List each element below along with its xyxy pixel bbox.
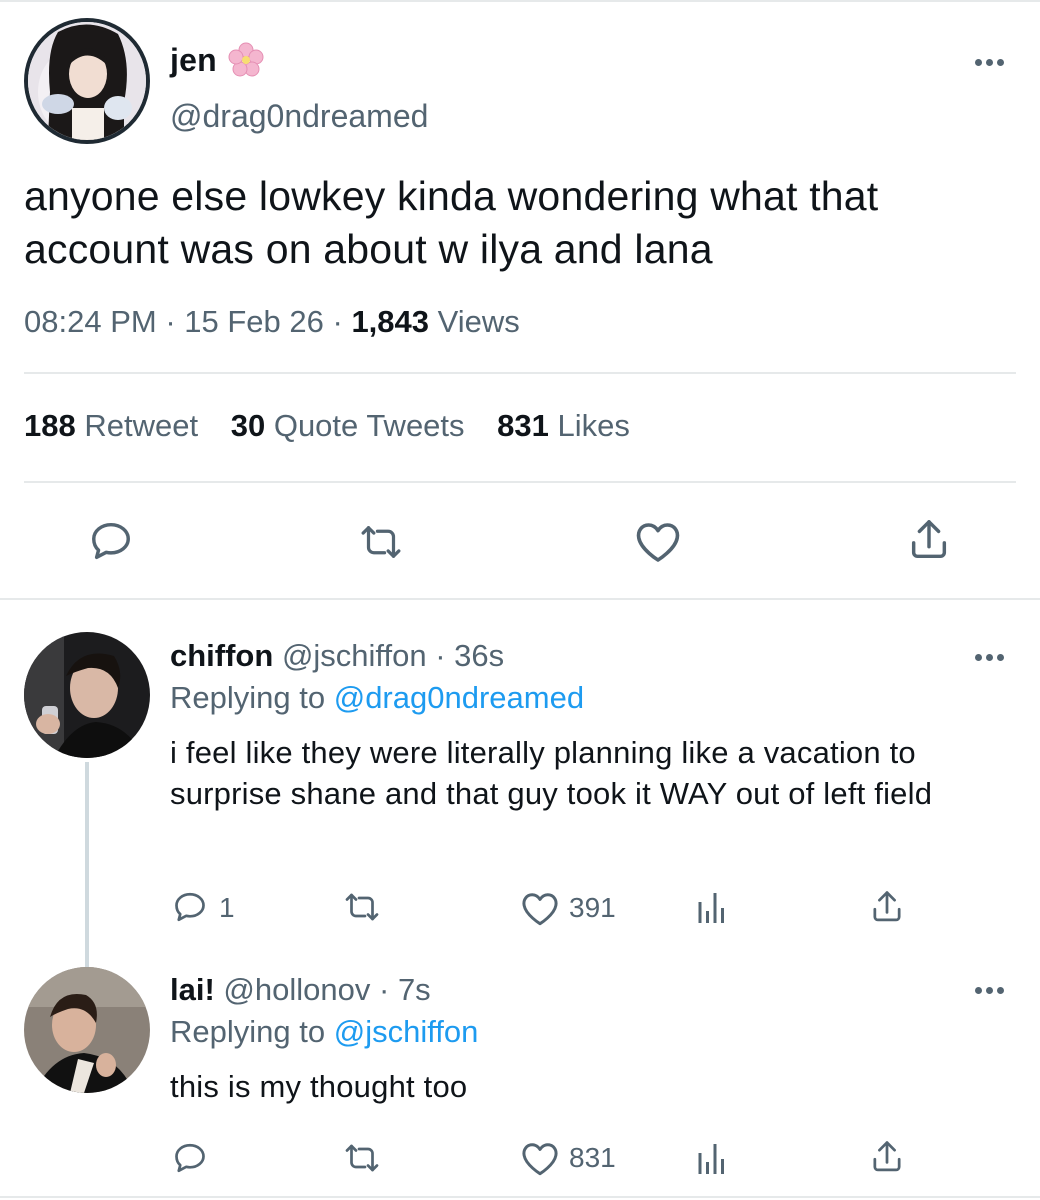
retweets-stat[interactable]: 188 Retweet	[24, 408, 198, 443]
author-name[interactable]: jen	[170, 42, 217, 79]
analytics-icon[interactable]	[694, 1141, 730, 1177]
top-divider	[0, 0, 1040, 2]
more-options-icon[interactable]	[973, 980, 1013, 1000]
reply-header: lai! @hollonov · 7s	[170, 972, 431, 1007]
reply-author-name[interactable]: chiffon	[170, 638, 273, 673]
reply-icon[interactable]	[88, 518, 134, 564]
tweet-date[interactable]: 15 Feb 26	[184, 304, 324, 339]
like-icon[interactable]	[520, 1139, 560, 1177]
reply-age[interactable]: 7s	[398, 972, 431, 1007]
reply-avatar[interactable]	[24, 967, 150, 1093]
more-options-icon[interactable]	[973, 647, 1013, 667]
reply-text: this is my thought too	[170, 1069, 468, 1104]
reply-author-handle[interactable]: @jschiffon	[282, 638, 427, 673]
replying-to: Replying to @jschiffon	[170, 1014, 479, 1049]
like-count: 391	[569, 892, 616, 923]
views-label: Views	[437, 304, 520, 339]
like-icon[interactable]	[520, 889, 560, 927]
share-icon[interactable]	[868, 888, 906, 926]
replying-to-link[interactable]: @jschiffon	[334, 1014, 479, 1049]
cherry-blossom-emoji-icon	[228, 42, 264, 78]
divider	[0, 598, 1040, 600]
tweet-text: anyone else lowkey kinda wondering what …	[24, 173, 879, 272]
analytics-icon[interactable]	[694, 890, 730, 926]
replying-to-link[interactable]: @drag0ndreamed	[334, 680, 584, 715]
share-icon[interactable]	[906, 516, 952, 564]
reply-header: chiffon @jschiffon · 36s	[170, 638, 505, 673]
reply-count: 1	[219, 892, 235, 923]
reply-author-handle[interactable]: @hollonov	[223, 972, 370, 1007]
quote-tweets-stat[interactable]: 30 Quote Tweets	[231, 408, 465, 443]
reply-age[interactable]: 36s	[454, 638, 504, 673]
reply-icon[interactable]	[172, 1140, 208, 1176]
engagement-stats: 188 Retweet 30 Quote Tweets 831 Likes	[24, 408, 654, 444]
likes-stat[interactable]: 831 Likes	[497, 408, 630, 443]
retweet-icon[interactable]	[356, 520, 406, 564]
divider	[24, 481, 1016, 483]
tweet-time[interactable]: 08:24 PM	[24, 304, 157, 339]
divider	[24, 372, 1016, 374]
like-count: 831	[569, 1142, 616, 1173]
like-icon[interactable]	[634, 518, 682, 564]
reply-icon[interactable]	[172, 889, 208, 925]
thread-connector	[85, 762, 89, 967]
reply-author-name[interactable]: lai!	[170, 972, 215, 1007]
author-handle[interactable]: @drag0ndreamed	[170, 98, 428, 135]
views-count: 1,843	[351, 304, 430, 339]
replying-to: Replying to @drag0ndreamed	[170, 680, 585, 715]
retweet-icon[interactable]	[341, 889, 383, 925]
reply-text: i feel like they were literally planning…	[170, 735, 933, 811]
retweet-icon[interactable]	[341, 1140, 383, 1176]
more-options-icon[interactable]	[973, 52, 1013, 72]
share-icon[interactable]	[868, 1138, 906, 1176]
divider	[0, 1196, 1040, 1198]
tweet-metadata: 08:24 PM · 15 Feb 26 · 1,843 Views	[24, 304, 520, 339]
reply-avatar[interactable]	[24, 632, 150, 758]
author-avatar[interactable]	[24, 18, 150, 144]
